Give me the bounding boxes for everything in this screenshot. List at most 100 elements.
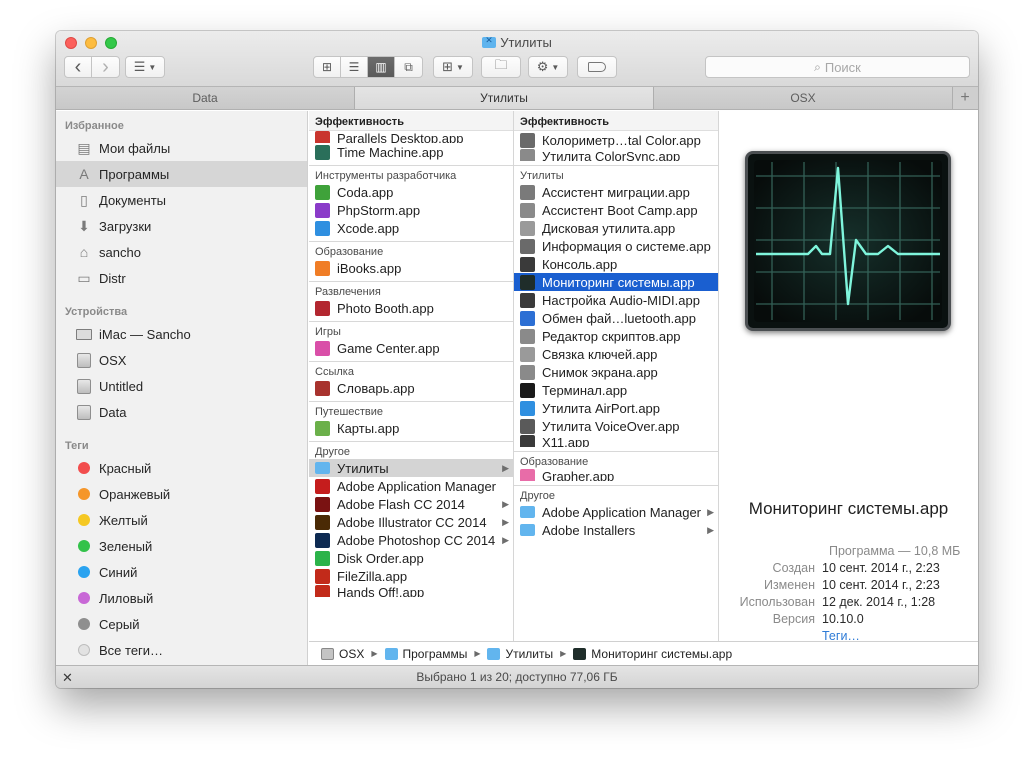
- path-segment[interactable]: Программы: [384, 647, 467, 661]
- file-row[interactable]: Adobe Application Manager: [309, 477, 513, 495]
- file-name: Adobe Flash CC 2014: [337, 496, 465, 512]
- sidebar-tag[interactable]: Серый: [56, 611, 307, 637]
- file-name: Карты.app: [337, 420, 400, 436]
- sidebar-tag[interactable]: Все теги…: [56, 637, 307, 663]
- search-field[interactable]: ⌕ Поиск: [705, 56, 970, 78]
- group-header: Развлечения: [309, 281, 513, 299]
- column-view-button[interactable]: ▥: [368, 57, 395, 77]
- icon-view-button[interactable]: ⊞: [314, 57, 341, 77]
- file-row[interactable]: Словарь.app: [309, 379, 513, 397]
- file-row[interactable]: Колориметр…tal Color.app: [514, 131, 718, 149]
- metadata-row: Версия 10.10.0: [719, 610, 978, 627]
- sidebar-device[interactable]: OSX: [56, 347, 307, 373]
- file-row[interactable]: Adobe Application Manager ▶: [514, 503, 718, 521]
- preview-file-name: Мониторинг системы.app: [748, 499, 949, 518]
- file-row[interactable]: Настройка Audio-MIDI.app: [514, 291, 718, 309]
- tab-osx[interactable]: OSX: [654, 87, 953, 109]
- new-folder-button[interactable]: 🗀: [481, 56, 521, 78]
- file-row[interactable]: Adobe Flash CC 2014 ▶: [309, 495, 513, 513]
- sidebar-item-label: Зеленый: [99, 538, 153, 554]
- sidebar-tag[interactable]: Синий: [56, 559, 307, 585]
- metadata-value: 10 сент. 2014 г., 2:23: [822, 560, 940, 575]
- file-row[interactable]: Ассистент Boot Camp.app: [514, 201, 718, 219]
- tab-data[interactable]: Data: [56, 87, 355, 109]
- file-row[interactable]: Утилиты ▶: [309, 459, 513, 477]
- action-button[interactable]: ⚙ ▼: [528, 56, 568, 78]
- sidebar-item-documents[interactable]: ▯ Документы: [56, 187, 307, 213]
- sidebar-tag[interactable]: Красный: [56, 455, 307, 481]
- sidebar-device[interactable]: Untitled: [56, 373, 307, 399]
- file-row[interactable]: Обмен фай…luetooth.app: [514, 309, 718, 327]
- back-button[interactable]: ‹: [65, 57, 92, 77]
- file-row[interactable]: Coda.app: [309, 183, 513, 201]
- file-row[interactable]: X11.app: [514, 435, 718, 447]
- sidebar-item-home[interactable]: ⌂ sancho: [56, 239, 307, 265]
- path-segment[interactable]: Утилиты: [487, 647, 553, 661]
- file-row[interactable]: Консоль.app: [514, 255, 718, 273]
- sidebar-item-folder[interactable]: ▭ Distr: [56, 265, 307, 291]
- file-row[interactable]: Xcode.app: [309, 219, 513, 237]
- hide-sidebar-icon[interactable]: ✕: [62, 670, 73, 686]
- file-row[interactable]: iBooks.app: [309, 259, 513, 277]
- forward-button[interactable]: ›: [92, 57, 119, 77]
- file-row[interactable]: Связка ключей.app: [514, 345, 718, 363]
- browser-column-utilities[interactable]: Эффективность Колориметр…tal Color.app Ути…: [514, 111, 719, 641]
- sidebar-tag[interactable]: Зеленый: [56, 533, 307, 559]
- file-row[interactable]: Информация о системе.app: [514, 237, 718, 255]
- tab-bar: Data Утилиты OSX +: [56, 87, 978, 110]
- file-row[interactable]: Grapher.app: [514, 469, 718, 481]
- file-row[interactable]: Терминал.app: [514, 381, 718, 399]
- sidebar-item-label: Лиловый: [99, 590, 154, 606]
- arrange-button[interactable]: ☰ ▼: [125, 56, 165, 78]
- file-row[interactable]: Снимок экрана.app: [514, 363, 718, 381]
- tab-utilities[interactable]: Утилиты: [355, 87, 654, 109]
- file-row[interactable]: Game Center.app: [309, 339, 513, 357]
- list-view-button[interactable]: ☰: [341, 57, 368, 77]
- sidebar-device[interactable]: Data: [56, 399, 307, 425]
- tags-list: Красный Оранжевый Желтый Зеленый Синий Лиловы…: [56, 455, 307, 663]
- file-row[interactable]: Редактор скриптов.app: [514, 327, 718, 345]
- path-separator-icon: ▶: [371, 649, 378, 658]
- chevron-down-icon: ▼: [148, 62, 157, 72]
- file-row[interactable]: Adobe Photoshop CC 2014 ▶: [309, 531, 513, 549]
- file-row[interactable]: Adobe Installers ▶: [514, 521, 718, 539]
- window-title-text: Утилиты: [500, 35, 552, 50]
- file-row[interactable]: Parallels Desktop.app: [309, 131, 513, 143]
- tags-button[interactable]: [577, 56, 617, 78]
- new-tab-button[interactable]: +: [953, 87, 977, 109]
- coverflow-view-button[interactable]: ⧉: [395, 57, 422, 77]
- file-row[interactable]: FileZilla.app: [309, 567, 513, 585]
- file-row[interactable]: Утилита VoiceOver.app: [514, 417, 718, 435]
- file-row[interactable]: Disk Order.app: [309, 549, 513, 567]
- file-row[interactable]: Утилита ColorSync.app: [514, 149, 718, 161]
- sidebar-device[interactable]: iMac — Sancho: [56, 321, 307, 347]
- sidebar-item-downloads[interactable]: ⬇ Загрузки: [56, 213, 307, 239]
- file-row[interactable]: Time Machine.app: [309, 143, 513, 161]
- sidebar-section-tags: Теги: [65, 440, 89, 452]
- sidebar-item-applications[interactable]: A Программы: [56, 161, 307, 187]
- sidebar-tag[interactable]: Оранжевый: [56, 481, 307, 507]
- file-row[interactable]: PhpStorm.app: [309, 201, 513, 219]
- browser-column-applications[interactable]: Эффективность Parallels Desktop.app Time M…: [309, 111, 514, 641]
- sidebar-item-label: Синий: [99, 564, 138, 580]
- path-segment[interactable]: OSX: [321, 647, 364, 661]
- group-by-button[interactable]: ⊞ ▼: [433, 56, 473, 78]
- file-row[interactable]: Дисковая утилита.app: [514, 219, 718, 237]
- file-row[interactable]: Утилита AirPort.app: [514, 399, 718, 417]
- sidebar-item-all-files[interactable]: ▤ Мои файлы: [56, 135, 307, 161]
- path-segment[interactable]: Мониторинг системы.app: [573, 647, 732, 661]
- sidebar-tag[interactable]: Желтый: [56, 507, 307, 533]
- file-row[interactable]: Hands Off!.app: [309, 585, 513, 597]
- chevron-down-icon: ▼: [455, 62, 464, 72]
- file-row[interactable]: Photo Booth.app: [309, 299, 513, 317]
- sidebar-item-label: Data: [99, 404, 127, 420]
- app-icon: [315, 550, 330, 566]
- sidebar: Избранное ▤ Мои файлы A Программы ▯ Документы…: [56, 111, 308, 665]
- file-name: Ассистент Boot Camp.app: [542, 202, 698, 218]
- file-row[interactable]: Ассистент миграции.app: [514, 183, 718, 201]
- group-header: Утилиты: [514, 165, 718, 183]
- sidebar-tag[interactable]: Лиловый: [56, 585, 307, 611]
- file-row[interactable]: Карты.app: [309, 419, 513, 437]
- file-row[interactable]: Adobe Illustrator CC 2014 ▶: [309, 513, 513, 531]
- file-row[interactable]: Мониторинг системы.app: [514, 273, 718, 291]
